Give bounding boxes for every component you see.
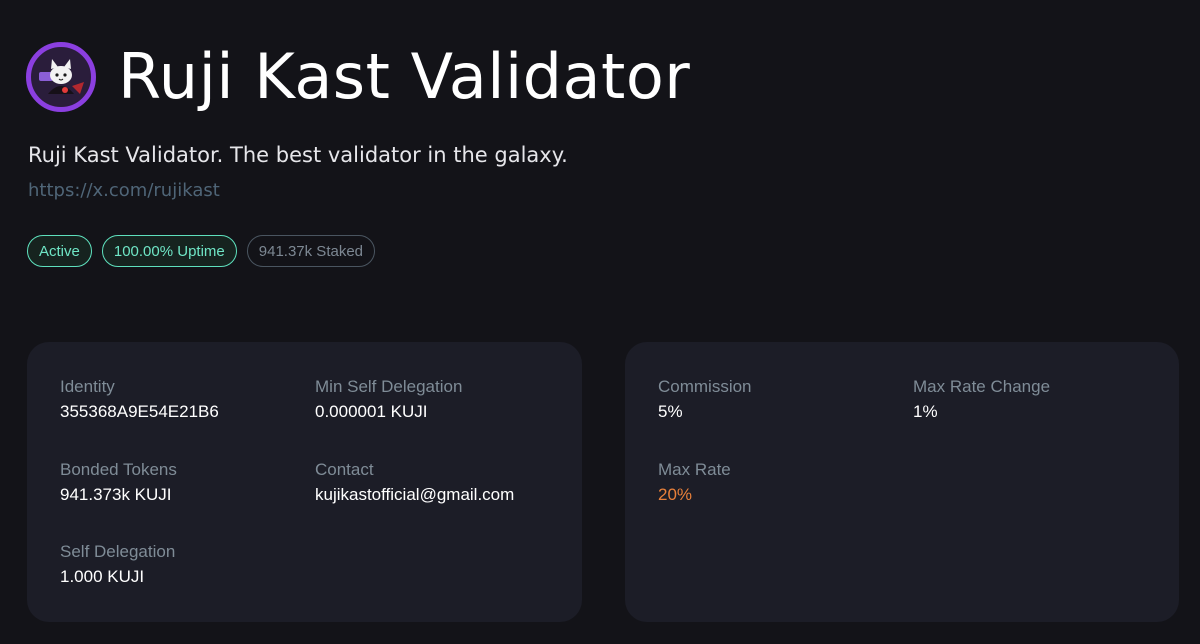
min-self-delegation-field: Min Self Delegation 0.000001 KUJI (315, 377, 462, 422)
validator-description: Ruji Kast Validator. The best validator … (28, 143, 568, 167)
page-title: Ruji Kast Validator (118, 40, 691, 113)
validator-link[interactable]: https://x.com/rujikast (28, 180, 220, 201)
min-self-delegation-label: Min Self Delegation (315, 377, 463, 396)
contact-label: Contact (315, 460, 374, 479)
identity-field: Identity 355368A9E54E21B6 (60, 377, 219, 422)
min-self-delegation-value: 0.000001 KUJI (315, 402, 428, 421)
self-delegation-field: Self Delegation 1.000 KUJI (60, 542, 175, 587)
commission-label: Commission (658, 377, 752, 396)
max-rate-field: Max Rate 20% (658, 460, 731, 505)
commission-field: Commission 5% (658, 377, 752, 422)
identity-value: 355368A9E54E21B6 (60, 402, 219, 421)
max-rate-value: 20% (658, 485, 693, 504)
cat-logo-icon (32, 48, 90, 106)
max-rate-change-value: 1% (913, 402, 938, 421)
contact-field: Contact kujikastofficial@gmail.com (315, 460, 514, 505)
commission-value: 5% (658, 402, 683, 421)
bonded-tokens-value: 941.373k KUJI (60, 485, 172, 504)
contact-value: kujikastofficial@gmail.com (315, 485, 515, 504)
max-rate-change-label: Max Rate Change (913, 377, 1051, 396)
validator-header: Ruji Kast Validator (26, 40, 690, 114)
uptime-badge: 100.00% Uptime (101, 235, 237, 267)
self-delegation-value: 1.000 KUJI (60, 567, 145, 586)
max-rate-label: Max Rate (658, 460, 731, 479)
max-rate-change-field: Max Rate Change 1% (913, 377, 1050, 422)
validator-details-card: Identity 355368A9E54E21B6 Min Self Deleg… (27, 342, 582, 622)
self-delegation-label: Self Delegation (60, 542, 176, 561)
bonded-tokens-label: Bonded Tokens (60, 460, 177, 479)
identity-label: Identity (60, 377, 115, 396)
status-badges: Active 100.00% Uptime 941.37k Staked (27, 235, 376, 267)
bonded-tokens-field: Bonded Tokens 941.373k KUJI (60, 460, 177, 505)
staked-badge: 941.37k Staked (246, 235, 376, 267)
commission-card: Commission 5% Max Rate Change 1% Max Rat… (625, 342, 1179, 622)
validator-avatar (26, 42, 96, 112)
active-badge: Active (27, 235, 92, 267)
